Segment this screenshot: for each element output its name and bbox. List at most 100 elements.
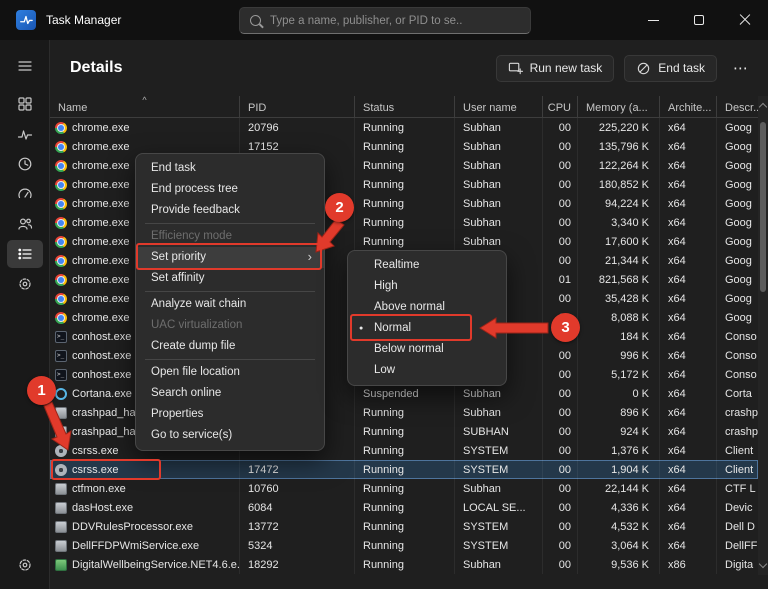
minimize-icon: [647, 19, 659, 21]
process-description: Client: [725, 463, 754, 476]
context-menu-item[interactable]: Efficiency mode: [136, 226, 324, 247]
context-menu-item[interactable]: Go to service(s): [136, 425, 324, 446]
context-menu-item[interactable]: [136, 357, 324, 362]
column-header-cpu[interactable]: CPU: [543, 96, 578, 117]
scrollbar-thumb[interactable]: [760, 122, 766, 292]
process-architecture: x64: [660, 232, 717, 251]
sidebar-item-startup-apps[interactable]: [7, 180, 43, 208]
context-menu-item[interactable]: Analyze wait chain: [136, 294, 324, 315]
process-row[interactable]: DDVRulesProcessor.exe 13772 Running SYST…: [50, 517, 758, 536]
priority-submenu-item[interactable]: Below normal: [348, 339, 506, 360]
context-menu-item[interactable]: Search online: [136, 383, 324, 404]
sidebar-item-performance[interactable]: [7, 120, 43, 148]
process-name: ctfmon.exe: [72, 482, 126, 495]
sidebar-item-processes[interactable]: [7, 90, 43, 118]
process-user-name: SYSTEM: [455, 536, 543, 555]
minimize-button[interactable]: [630, 0, 676, 40]
process-pid: 13772: [240, 517, 355, 536]
process-user-name: SYSTEM: [455, 441, 543, 460]
column-header-name[interactable]: ^ Name: [50, 96, 240, 117]
process-description: Corta: [725, 387, 752, 400]
close-button[interactable]: [722, 0, 768, 40]
sidebar-item-services[interactable]: [7, 270, 43, 298]
process-memory: 1,376 K: [578, 441, 660, 460]
process-memory: 122,264 K: [578, 156, 660, 175]
process-memory: 0 K: [578, 384, 660, 403]
context-menu-item[interactable]: End task: [136, 158, 324, 179]
priority-submenu-item[interactable]: Above normal: [348, 297, 506, 318]
task-manager-window: Task Manager Type a name, publisher, or …: [0, 0, 768, 589]
scroll-down-icon[interactable]: [758, 559, 768, 569]
context-menu-item[interactable]: End process tree: [136, 179, 324, 200]
process-memory: 21,344 K: [578, 251, 660, 270]
process-user-name: Subhan: [455, 384, 543, 403]
process-icon: [55, 292, 67, 305]
process-status: Running: [355, 441, 455, 460]
process-status: Suspended: [355, 384, 455, 403]
process-row[interactable]: DigitalWellbeingService.NET4.6.e... 1829…: [50, 555, 758, 574]
process-row[interactable]: ctfmon.exe 10760 Running Subhan 00 22,14…: [50, 479, 758, 498]
hamburger-menu-button[interactable]: [7, 52, 43, 80]
sidebar-item-app-history[interactable]: [7, 150, 43, 178]
process-name: csrss.exe: [72, 463, 119, 476]
process-row[interactable]: DellFFDPWmiService.exe 5324 Running SYST…: [50, 536, 758, 555]
priority-submenu-item[interactable]: Normal: [348, 318, 506, 339]
context-menu-item[interactable]: Create dump file: [136, 336, 324, 357]
sidebar-item-users[interactable]: [7, 210, 43, 238]
process-name: csrss.exe: [72, 444, 119, 457]
column-header-architecture[interactable]: Archite...: [660, 96, 717, 117]
process-name: chrome.exe: [72, 140, 130, 153]
process-status: Running: [355, 536, 455, 555]
process-user-name: SUBHAN: [455, 422, 543, 441]
context-menu-item[interactable]: UAC virtualization: [136, 315, 324, 336]
column-header-status[interactable]: Status: [355, 96, 455, 117]
column-header-memory[interactable]: Memory (a...: [578, 96, 660, 117]
context-menu-item[interactable]: [136, 289, 324, 294]
process-architecture: x64: [660, 517, 717, 536]
priority-submenu-item[interactable]: Realtime: [348, 255, 506, 276]
task-manager-logo-icon: [16, 10, 36, 30]
process-icon: [55, 463, 67, 476]
column-header-description[interactable]: Descr...: [717, 96, 758, 117]
context-menu-item[interactable]: [136, 221, 324, 226]
context-menu-item[interactable]: Open file location: [136, 362, 324, 383]
process-cpu: 00: [543, 384, 578, 403]
search-input[interactable]: [270, 14, 520, 27]
process-row[interactable]: chrome.exe 20796 Running Subhan 00 225,2…: [50, 118, 758, 137]
process-architecture: x64: [660, 441, 717, 460]
priority-submenu-item[interactable]: High: [348, 276, 506, 297]
process-architecture: x64: [660, 213, 717, 232]
vertical-scrollbar[interactable]: [758, 96, 768, 575]
maximize-button[interactable]: [676, 0, 722, 40]
more-options-button[interactable]: ⋯: [727, 54, 754, 82]
process-description: Goog: [725, 121, 752, 134]
column-header-user-name[interactable]: User name: [455, 96, 543, 117]
process-memory: 4,336 K: [578, 498, 660, 517]
sidebar-item-details[interactable]: [6, 240, 43, 268]
process-description: CTF L: [725, 482, 756, 495]
process-cpu: 00: [543, 175, 578, 194]
sidebar-item-settings[interactable]: [7, 551, 43, 579]
scroll-up-icon[interactable]: [758, 102, 768, 112]
process-pid: 10760: [240, 479, 355, 498]
process-row[interactable]: dasHost.exe 6084 Running LOCAL SE... 00 …: [50, 498, 758, 517]
context-menu-item[interactable]: Set priority: [136, 247, 324, 268]
process-icon: [55, 216, 67, 229]
process-description: Conso: [725, 368, 757, 381]
process-name: conhost.exe: [72, 330, 132, 343]
context-menu-item[interactable]: Provide feedback: [136, 200, 324, 221]
search-box[interactable]: [239, 7, 531, 34]
column-header-pid[interactable]: PID: [240, 96, 355, 117]
process-architecture: x86: [660, 555, 717, 574]
services-icon: [18, 278, 31, 290]
process-pid: 20796: [240, 118, 355, 137]
context-menu-item[interactable]: Properties: [136, 404, 324, 425]
run-new-task-button[interactable]: Run new task: [495, 54, 615, 82]
context-menu-item[interactable]: Set affinity: [136, 268, 324, 289]
priority-submenu-item[interactable]: Low: [348, 360, 506, 381]
process-architecture: x64: [660, 289, 717, 308]
end-task-button[interactable]: End task: [624, 54, 717, 82]
process-memory: 4,532 K: [578, 517, 660, 536]
process-row[interactable]: csrss.exe 17472 Running SYSTEM 00 1,904 …: [50, 460, 758, 479]
process-cpu: 00: [543, 118, 578, 137]
